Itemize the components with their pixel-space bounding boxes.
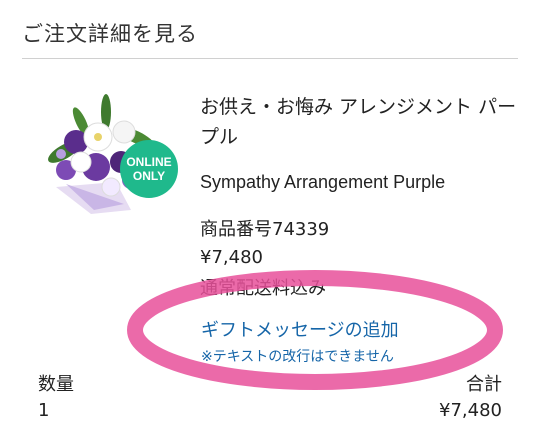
product-name-ja[interactable]: お供え・お悔み アレンジメント パープル — [200, 92, 520, 152]
quantity-value: 1 — [38, 400, 50, 421]
product-sku: 商品番号74339 — [200, 219, 330, 240]
total-value: ¥7,480 — [439, 400, 502, 421]
add-gift-message-link[interactable]: ギフトメッセージの追加 — [201, 316, 399, 342]
product-name-en: Sympathy Arrangement Purple — [200, 172, 446, 192]
product-price: ¥7,480 — [200, 247, 263, 268]
product-info: お供え・お悔み アレンジメント パープル Sympathy Arrangemen… — [200, 92, 520, 300]
page-title[interactable]: ご注文詳細を見る — [22, 18, 198, 48]
product-image[interactable]: ONLINE ONLY — [36, 92, 178, 220]
divider — [22, 58, 518, 59]
total-label: 合計 — [466, 374, 502, 395]
shipping-note: 通常配送料込み — [200, 278, 326, 299]
quantity-label: 数量 — [38, 374, 74, 395]
badge-line-1: ONLINE — [126, 155, 172, 169]
badge-line-2: ONLY — [132, 169, 166, 183]
online-only-badge: ONLINE ONLY — [120, 140, 178, 198]
gift-message-note: ※テキストの改行はできません — [201, 349, 394, 365]
